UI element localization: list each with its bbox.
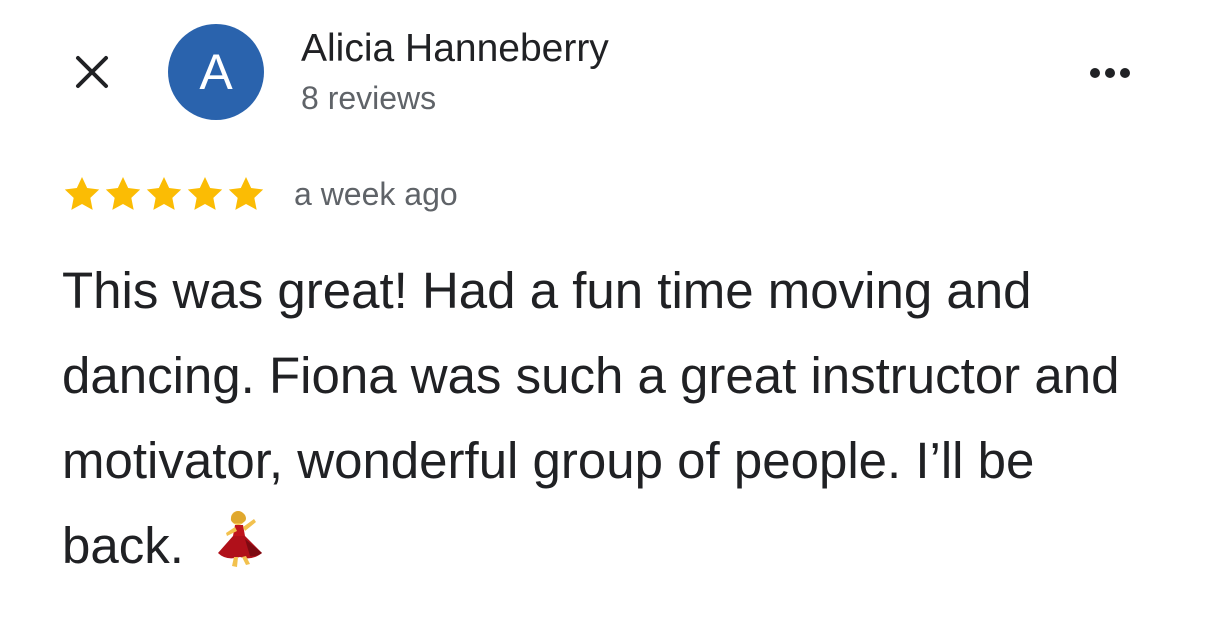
star-icon (103, 174, 143, 214)
review-time: a week ago (294, 176, 458, 212)
more-options-icon (1090, 68, 1100, 78)
reviewer-review-count: 8 reviews (301, 80, 437, 116)
review-detail: A Alicia Hanneberry 8 reviews a week ago… (0, 0, 1206, 619)
star-icon (226, 174, 266, 214)
avatar-initial: A (199, 44, 233, 100)
avatar[interactable]: A (168, 24, 264, 120)
review-text: This was great! Had a fun time moving an… (62, 248, 1122, 594)
more-options-button[interactable] (1080, 56, 1140, 90)
star-icon (144, 174, 184, 214)
dancer-emoji (212, 509, 268, 594)
star-rating (62, 174, 266, 214)
star-icon (62, 174, 102, 214)
close-icon (76, 56, 108, 88)
close-button[interactable] (70, 50, 114, 94)
star-icon (185, 174, 225, 214)
reviewer-name[interactable]: Alicia Hanneberry (301, 26, 609, 72)
